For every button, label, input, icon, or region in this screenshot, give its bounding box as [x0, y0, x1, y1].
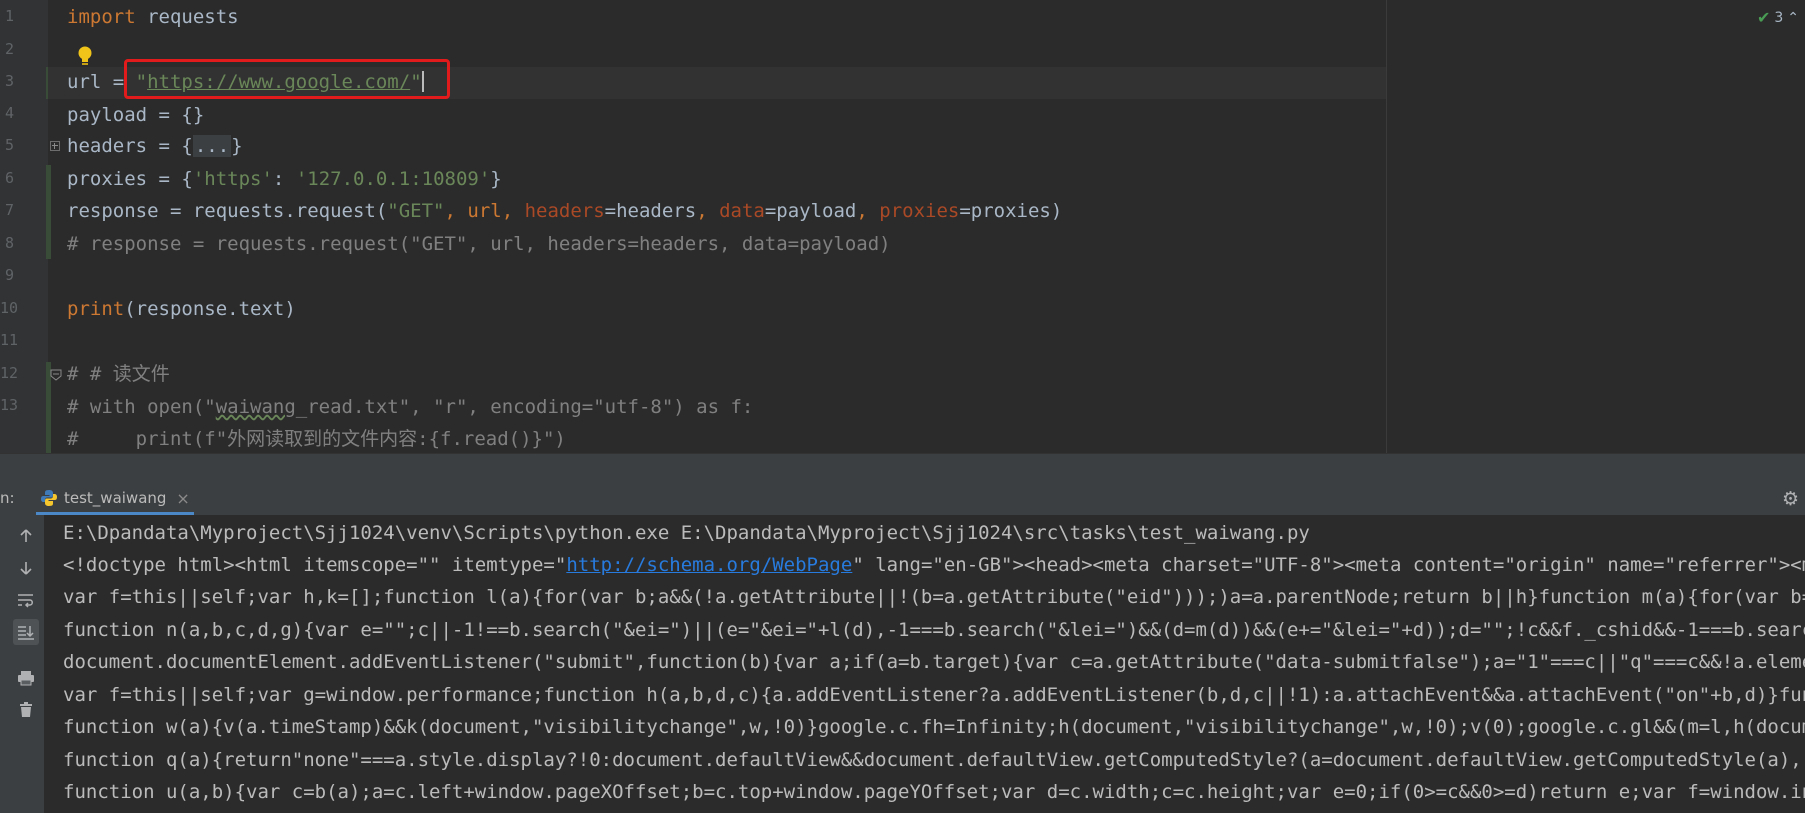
console-line: var f=this||self;var h,k=[];function l(a…	[63, 586, 1805, 608]
chevron-up-icon[interactable]: ⌃	[1787, 10, 1799, 26]
code-text: =headers	[604, 200, 697, 222]
code-line-print[interactable]: print(response.text)	[67, 297, 296, 321]
close-icon[interactable]: ×	[176, 489, 189, 508]
code-text: =proxies)	[959, 200, 1063, 222]
lightbulb-icon[interactable]	[76, 45, 94, 67]
check-icon: ✔	[1756, 8, 1771, 27]
run-label: n:	[0, 489, 15, 507]
run-toolbar	[0, 515, 44, 813]
line-number: 10	[0, 299, 19, 317]
line-number: 8	[4, 234, 14, 252]
line-number: 2	[4, 40, 14, 58]
line-number-gutter[interactable]: 1 2 3 4 5 6 7 8 9 10 11 12 13	[0, 0, 48, 453]
module-name: requests	[135, 6, 239, 28]
line-number: 11	[0, 331, 19, 349]
arrow-down-icon[interactable]	[13, 555, 39, 581]
keyword-argument: data	[719, 200, 765, 222]
keyword: import	[67, 6, 136, 28]
code-line-proxies[interactable]: proxies = {'https': '127.0.0.1:10809'}	[67, 167, 502, 191]
console-line: function q(a){return"none"===a.style.dis…	[63, 749, 1805, 771]
line-number: 4	[4, 104, 14, 122]
code-line-response[interactable]: response = requests.request("GET", url, …	[67, 199, 1062, 223]
right-margin-guide	[1386, 0, 1387, 453]
trash-icon[interactable]	[13, 697, 39, 723]
line-number: 12	[0, 364, 19, 382]
code-editor[interactable]: 1 2 3 4 5 6 7 8 9 10 11 12 13 ✔ 3 ⌃ impo…	[0, 0, 1805, 453]
code-line-comment[interactable]: # # 读文件	[67, 362, 170, 386]
code-text: }	[231, 135, 243, 157]
scroll-to-end-icon[interactable]	[13, 619, 39, 645]
console-text: <!doctype html><html itemscope="" itemty…	[63, 554, 567, 576]
print-icon[interactable]	[13, 665, 39, 691]
code-line-comment[interactable]: # with open("waiwang_read.txt", "r", enc…	[67, 395, 753, 419]
console-link[interactable]: http://schema.org/WebPage	[566, 554, 852, 576]
inspection-count: 3	[1774, 9, 1784, 26]
line-number: 9	[4, 266, 14, 284]
console-line: document.documentElement.addEventListene…	[63, 651, 1805, 673]
run-tool-window-header: n: test_waiwang × ⚙	[0, 481, 1805, 515]
gear-icon[interactable]: ⚙	[1782, 488, 1799, 510]
arrow-up-icon[interactable]	[13, 523, 39, 549]
console-line: function n(a,b,c,d,g){var e="";c||-1!==b…	[63, 619, 1805, 641]
python-icon	[41, 490, 57, 506]
code-line-comment[interactable]: # print(f"外网读取到的文件内容:{f.read()}")	[67, 427, 566, 451]
line-number: 3	[4, 72, 14, 90]
console-output[interactable]: E:\Dpandata\Myproject\Sjj1024\venv\Scrip…	[44, 515, 1805, 813]
keyword-argument: proxies	[879, 200, 960, 222]
code-text: headers = {	[67, 135, 193, 157]
code-line-headers[interactable]: headers = {...}	[67, 134, 243, 158]
console-line: <!doctype html><html itemscope="" itemty…	[63, 553, 1805, 577]
console-line: function w(a){v(a.timeStamp)&&k(document…	[63, 716, 1805, 738]
soft-wrap-icon[interactable]	[13, 587, 39, 613]
folded-region[interactable]: ...	[192, 135, 232, 157]
console-line: E:\Dpandata\Myproject\Sjj1024\venv\Scrip…	[63, 522, 1310, 544]
punctuation: ,	[696, 200, 720, 222]
panel-splitter[interactable]	[0, 453, 1805, 482]
comment-text: # with open("	[67, 396, 216, 418]
code-text: (response.text)	[124, 298, 296, 320]
punctuation: ,	[856, 200, 880, 222]
string-literal: '127.0.0.1:10809'	[295, 168, 491, 190]
string-literal: "GET"	[387, 200, 445, 222]
console-text: " lang="en-GB"><head><meta charset="UTF-…	[852, 554, 1805, 576]
string-literal: 'https'	[192, 168, 273, 190]
keyword-argument: headers	[524, 200, 605, 222]
builtin-function: print	[67, 298, 125, 320]
vcs-change-marker[interactable]	[46, 165, 51, 259]
comment-text: _read.txt", "r", encoding="utf-8") as f:	[295, 396, 754, 418]
inspection-widget[interactable]: ✔ 3 ⌃	[1757, 8, 1799, 27]
punctuation: , url	[444, 200, 502, 222]
line-number: 7	[4, 201, 14, 219]
tab-test-waiwang[interactable]: test_waiwang ×	[36, 481, 194, 515]
console-line: var f=this||self;var g=window.performanc…	[63, 684, 1805, 706]
code-text: =payload	[764, 200, 857, 222]
line-number: 6	[4, 169, 14, 187]
code-line-payload[interactable]: payload = {}	[67, 103, 204, 127]
code-text: proxies = {	[67, 168, 193, 190]
code-line-import[interactable]: import requests	[67, 5, 239, 29]
line-number: 1	[4, 7, 14, 25]
fold-expand-icon[interactable]	[50, 141, 60, 151]
code-text: :	[272, 168, 296, 190]
punctuation: ,	[501, 200, 525, 222]
code-line-comment[interactable]: # response = requests.request("GET", url…	[67, 232, 891, 256]
line-number: 5	[4, 136, 14, 154]
typo-underlined-word: waiwang	[215, 396, 296, 418]
tab-label: test_waiwang	[64, 489, 167, 507]
code-text: response = requests.request(	[67, 200, 388, 222]
red-highlight-annotation	[124, 59, 450, 99]
console-line: function u(a,b){var c=b(a);a=c.left+wind…	[63, 781, 1805, 803]
code-text: }	[490, 168, 502, 190]
fold-collapse-icon[interactable]	[50, 369, 62, 381]
line-number: 13	[0, 396, 19, 414]
